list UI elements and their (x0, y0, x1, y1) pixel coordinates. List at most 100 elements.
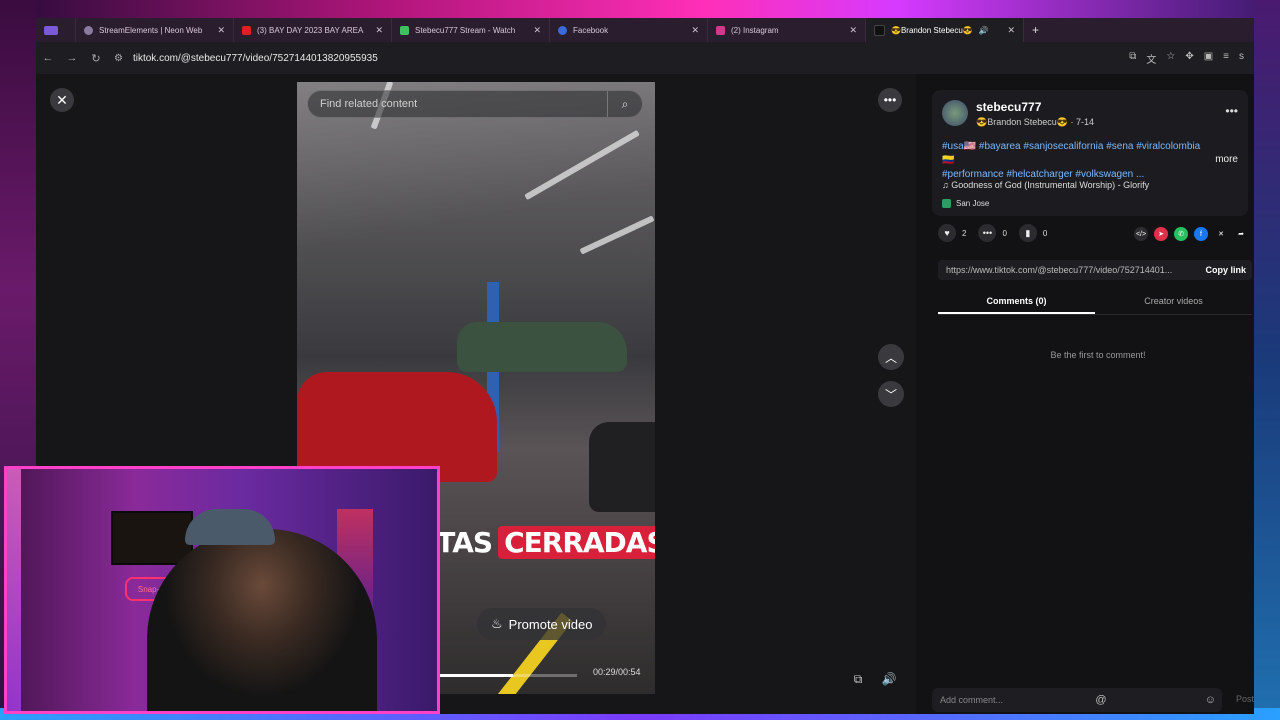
promote-video-button[interactable]: ♨ Promote video (477, 608, 607, 640)
copy-link-button[interactable]: Copy link (1205, 265, 1246, 275)
tab-favicon (242, 25, 251, 35)
neon-light-strip (7, 469, 21, 711)
back-icon[interactable]: ← (36, 52, 60, 64)
tab-audio-icon[interactable]: 🔊 (979, 26, 989, 35)
post-more-icon[interactable]: ••• (1225, 104, 1238, 118)
previous-video-button[interactable]: ︿ (878, 344, 904, 370)
comment-input[interactable]: Add comment... @ ☺ (932, 688, 1222, 712)
avatar[interactable] (942, 100, 968, 126)
tab-comments[interactable]: Comments (0) (938, 288, 1095, 314)
sidebar-icon[interactable]: ▣ (1204, 51, 1213, 66)
share-link-text: https://www.tiktok.com/@stebecu777/video… (946, 265, 1173, 275)
tab-bar: StreamElements | Neon Web ✕ (3) BAY DAY … (36, 18, 1254, 42)
flame-icon: ♨ (491, 616, 503, 631)
location-icon (942, 199, 951, 208)
ceiling-light (524, 129, 640, 201)
tab-creator-videos[interactable]: Creator videos (1095, 288, 1252, 314)
tab-instagram[interactable]: (2) Instagram ✕ (708, 18, 866, 42)
comment-icon: ••• (978, 224, 997, 242)
video-progress-bar[interactable] (437, 674, 577, 677)
send-icon[interactable]: ➤ (1154, 227, 1168, 241)
tab-close-icon[interactable]: ✕ (375, 25, 383, 36)
tab-title: StreamElements | Neon Web (99, 25, 203, 35)
more-dots-icon: ••• (883, 93, 897, 107)
save-count: 0 (1042, 228, 1048, 238)
emoji-icon[interactable]: ☺ (1205, 694, 1216, 706)
more-options-button[interactable]: ••• (878, 88, 902, 112)
black-car (589, 422, 655, 512)
nickname-row: 😎Brandon Stebecu😎 · 7-14 (976, 117, 1094, 127)
tab-facebook[interactable]: Facebook ✕ (550, 18, 708, 42)
tab-close-icon[interactable]: ✕ (217, 25, 225, 36)
pip-icon[interactable]: ⧉ (847, 668, 869, 690)
tab-close-icon[interactable]: ✕ (691, 25, 699, 36)
like-button[interactable]: ♥ 2 (938, 224, 966, 242)
next-video-button[interactable]: ﹀ (878, 381, 904, 407)
like-count: 2 (962, 228, 967, 238)
music-note-icon: ♫ (942, 180, 949, 190)
tab-youtube[interactable]: (3) BAY DAY 2023 BAY AREA ✕ (234, 18, 392, 42)
facebook-icon[interactable]: f (1194, 227, 1208, 241)
description-more-link[interactable]: more (1215, 154, 1238, 165)
close-video-button[interactable]: ✕ (50, 88, 74, 112)
reload-icon[interactable]: ↻ (84, 52, 108, 65)
mention-icon[interactable]: @ (1095, 694, 1106, 706)
related-search-box[interactable]: Find related content ⌕ (307, 90, 643, 118)
video-time: 00:29/00:54 (593, 667, 641, 677)
music-title: Goodness of God (Instrumental Worship) -… (951, 180, 1150, 190)
username[interactable]: stebecu777 (976, 100, 1041, 114)
tab-streamelements[interactable]: StreamElements | Neon Web ✕ (76, 18, 234, 42)
x-icon[interactable]: ✕ (1214, 227, 1228, 241)
address-bar: ← → ↻ ⚙ tiktok.com/@stebecu777/video/752… (36, 42, 1254, 75)
location-tag[interactable]: San Jose (942, 199, 989, 208)
address-bar-actions: ⧉ 文 ☆ ✥ ▣ ≡ s (1129, 51, 1244, 66)
comment-button[interactable]: ••• 0 (978, 224, 1007, 242)
tab-close-icon[interactable]: ✕ (849, 25, 857, 36)
streamer-cap (185, 509, 275, 545)
embed-icon[interactable]: </> (1134, 227, 1148, 241)
empty-comments-message: Be the first to comment! (1050, 350, 1146, 360)
tab-favicon (558, 25, 567, 35)
url-text: tiktok.com/@stebecu777/video/75271440138… (132, 52, 378, 64)
nickname: 😎Brandon Stebecu😎 (976, 117, 1068, 127)
search-icon[interactable]: ⌕ (607, 91, 642, 117)
engagement-actions: ♥ 2 ••• 0 ▮ 0 (938, 224, 1047, 242)
install-icon[interactable]: ⧉ (1129, 51, 1136, 66)
description-line[interactable]: #usa🇺🇸 #bayarea #sanjosecalifornia #sena… (942, 140, 1202, 168)
tab-close-icon[interactable]: ✕ (1007, 25, 1015, 36)
promote-label: Promote video (508, 616, 593, 632)
tab-title: Stebecu777 Stream - Watch (415, 25, 516, 35)
whatsapp-icon[interactable]: ✆ (1174, 227, 1188, 241)
url-field[interactable]: ⚙ tiktok.com/@stebecu777/video/752714401… (114, 53, 378, 64)
forward-icon[interactable]: → (60, 52, 84, 64)
bookmark-star-icon[interactable]: ☆ (1166, 51, 1175, 66)
tab-favicon (84, 25, 93, 35)
webcam-overlay: Snap-on (4, 466, 440, 714)
post-comment-button[interactable]: Post (1236, 694, 1254, 704)
location-label: San Jose (956, 199, 990, 208)
tab-favicon (716, 25, 725, 35)
tab-tiktok-active[interactable]: 😎Brandon Stebecu😎 🔊 ✕ (866, 18, 1024, 42)
tab-group-icon[interactable] (36, 18, 76, 42)
share-icons: </> ➤ ✆ f ✕ ➦ (1134, 227, 1248, 241)
chevron-down-icon: ﹀ (884, 387, 897, 402)
share-link-field[interactable]: https://www.tiktok.com/@stebecu777/video… (938, 260, 1252, 280)
volume-icon[interactable]: 🔊 (878, 668, 900, 690)
music-row[interactable]: ♫ Goodness of God (Instrumental Worship)… (942, 180, 1149, 190)
tab-title: (3) BAY DAY 2023 BAY AREA (257, 25, 364, 35)
chevron-up-icon: ︿ (884, 350, 897, 365)
new-tab-icon[interactable]: + (1024, 23, 1047, 37)
tab-close-icon[interactable]: ✕ (533, 25, 541, 36)
profile-icon[interactable]: s (1239, 51, 1244, 66)
tab-title: Facebook (573, 25, 609, 35)
translate-icon[interactable]: 文 (1146, 51, 1156, 66)
save-button[interactable]: ▮ 0 (1018, 224, 1048, 242)
site-info-icon[interactable]: ⚙ (114, 53, 123, 64)
tab-stream[interactable]: Stebecu777 Stream - Watch ✕ (392, 18, 550, 42)
extensions-icon[interactable]: ✥ (1185, 51, 1193, 66)
wall-tv (111, 511, 193, 565)
green-car (457, 322, 627, 372)
share-arrow-icon[interactable]: ➦ (1234, 227, 1248, 241)
caption-highlight: CERRADAS (498, 525, 655, 559)
media-icon[interactable]: ≡ (1223, 51, 1229, 66)
